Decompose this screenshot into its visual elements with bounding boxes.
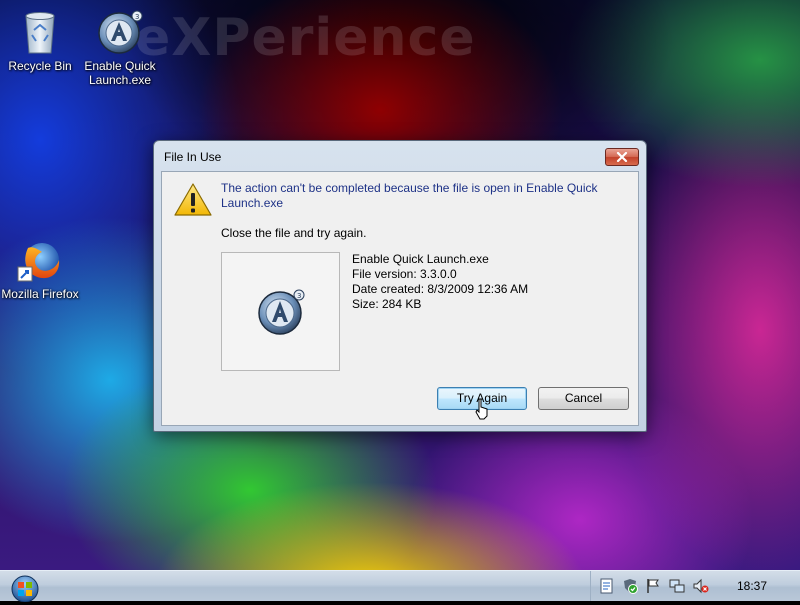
- windows-logo-icon: [11, 575, 39, 603]
- desktop-icon-firefox[interactable]: Mozilla Firefox: [0, 236, 82, 301]
- file-preview: 3: [221, 252, 340, 371]
- file-size: Size: 284 KB: [352, 297, 422, 311]
- close-icon: [616, 152, 628, 162]
- dialog-title: File In Use: [164, 150, 222, 164]
- dialog-body: The action can't be completed because th…: [161, 171, 639, 426]
- volume-muted-icon[interactable]: [693, 578, 709, 594]
- app-logo-icon: 3: [96, 8, 144, 56]
- svg-text:3: 3: [135, 13, 139, 21]
- system-tray: 18:37: [590, 571, 800, 601]
- file-version: File version: 3.3.0.0: [352, 267, 457, 281]
- desktop-icon-label: Recycle Bin: [8, 59, 72, 73]
- wallpaper-watermark: eXPerience: [135, 8, 476, 68]
- start-button[interactable]: [6, 572, 44, 603]
- file-in-use-dialog: File In Use The action can't be complete…: [153, 140, 647, 432]
- action-center-flag-icon[interactable]: [645, 578, 661, 594]
- taskbar-clock[interactable]: 18:37: [737, 579, 767, 593]
- instruction-text: Close the file and try again.: [221, 226, 367, 240]
- desktop-icon-recycle-bin[interactable]: Recycle Bin: [0, 8, 82, 73]
- error-message: The action can't be completed because th…: [221, 181, 598, 210]
- mouse-cursor-icon: [475, 398, 489, 420]
- dialog-titlebar[interactable]: File In Use: [154, 141, 646, 169]
- taskbar: 18:37: [0, 570, 800, 603]
- recycle-bin-icon: [16, 8, 64, 56]
- svg-text:3: 3: [297, 292, 301, 300]
- file-date-created: Date created: 8/3/2009 12:36 AM: [352, 282, 529, 296]
- desktop-icon-label: Enable Quick Launch.exe: [84, 59, 156, 87]
- close-button[interactable]: [605, 148, 639, 166]
- desktop-icon-enable-quick-launch[interactable]: 3 Enable Quick Launch.exe: [78, 8, 162, 87]
- notes-icon[interactable]: [599, 578, 615, 594]
- app-logo-icon: 3: [258, 289, 305, 335]
- firefox-icon: [16, 236, 64, 284]
- network-icon[interactable]: [669, 578, 685, 594]
- warning-icon: [173, 182, 213, 218]
- cancel-button[interactable]: Cancel: [538, 387, 629, 410]
- desktop-icon-label: Mozilla Firefox: [1, 287, 79, 301]
- security-shield-icon[interactable]: [622, 578, 638, 594]
- file-name: Enable Quick Launch.exe: [352, 252, 489, 266]
